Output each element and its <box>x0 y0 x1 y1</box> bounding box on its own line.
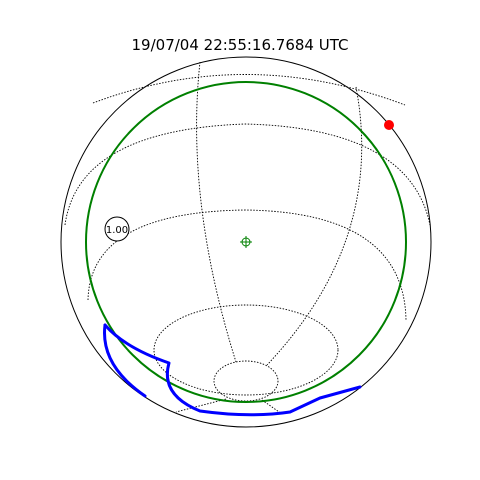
longitude-line <box>196 61 237 363</box>
latitude-line <box>213 360 279 402</box>
center-marker <box>240 236 252 248</box>
scale-marker: 1.00 <box>104 216 130 242</box>
longitude-line <box>266 86 363 366</box>
orthographic-globe-plot: 1.00 <box>60 56 432 428</box>
latitude-line <box>153 304 339 396</box>
latitude-line <box>92 74 406 106</box>
sun-marker <box>384 120 394 130</box>
latitude-line <box>87 209 407 321</box>
scale-marker-label: 1.00 <box>106 225 128 236</box>
